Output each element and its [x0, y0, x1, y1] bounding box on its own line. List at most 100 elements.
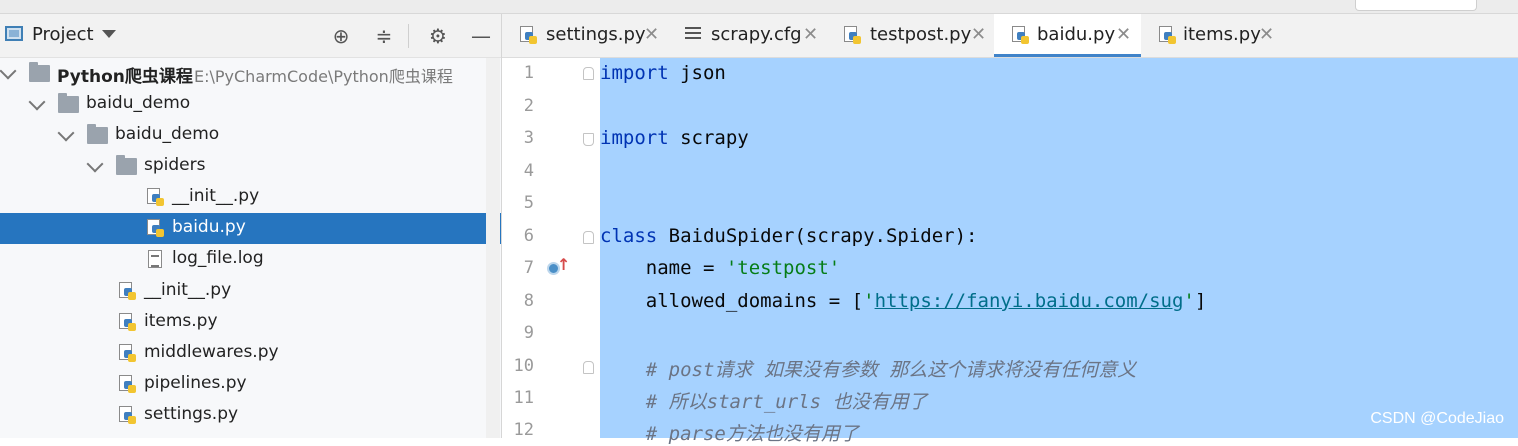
close-icon[interactable]: ✕ — [1116, 24, 1131, 45]
project-panel-title[interactable]: Project — [32, 24, 94, 45]
project-panel-header: Project ⊕ ≑ ⚙ — — [0, 14, 501, 58]
chevron-down-icon[interactable] — [28, 93, 46, 111]
tree-item-folder[interactable]: spiders — [0, 151, 501, 182]
python-file-icon — [119, 375, 137, 394]
code-line: class BaiduSpider(scrapy.Spider): — [600, 225, 978, 247]
tab-label: baidu.py — [1037, 24, 1116, 45]
close-icon[interactable]: ✕ — [971, 24, 986, 45]
tree-item-label: pipelines.py — [144, 373, 247, 393]
tree-item-label: __init__.py — [144, 280, 232, 300]
top-search-field[interactable] — [1355, 0, 1477, 11]
line-number: 1 — [523, 63, 534, 83]
fold-marker-icon[interactable] — [583, 231, 594, 244]
tree-item-label: Python爬虫课程 — [57, 67, 193, 87]
tab-label: items.py — [1183, 24, 1261, 45]
string-quote: ' — [1183, 290, 1195, 312]
tree-item-file[interactable]: items.py — [0, 307, 501, 338]
chevron-down-icon[interactable] — [86, 155, 104, 173]
chevron-down-icon[interactable] — [0, 62, 17, 80]
code-text: scrapy — [668, 127, 749, 149]
line-number: 5 — [523, 193, 534, 213]
folder-icon — [29, 62, 50, 82]
url-link[interactable]: https://fanyi.baidu.com/sug — [875, 290, 1184, 312]
close-icon[interactable]: ✕ — [644, 24, 659, 45]
gear-icon[interactable]: ⚙ — [426, 24, 450, 48]
tree-item-label: log_file.log — [172, 248, 264, 268]
python-file-icon — [119, 344, 137, 363]
line-number: 3 — [523, 128, 534, 148]
python-file-icon — [1159, 26, 1177, 45]
code-text: BaiduSpider(scrapy.Spider): — [657, 225, 978, 247]
tab-settings-py[interactable]: settings.py ✕ — [502, 14, 666, 57]
close-icon[interactable]: ✕ — [1259, 24, 1274, 45]
tree-item-file[interactable]: log_file.log — [0, 244, 501, 275]
minimize-icon[interactable]: — — [469, 24, 493, 48]
tree-item-file[interactable]: __init__.py — [0, 276, 501, 307]
line-number: 10 — [513, 356, 534, 376]
chevron-down-icon[interactable] — [102, 30, 116, 38]
keyword: class — [600, 225, 658, 247]
tab-items-py[interactable]: items.py ✕ — [1141, 14, 1291, 57]
tree-item-file-selected[interactable]: baidu.py — [0, 213, 501, 244]
python-file-icon — [520, 26, 538, 45]
tree-item-file[interactable]: __init__.py — [0, 182, 501, 213]
tree-item-file[interactable]: pipelines.py — [0, 369, 501, 400]
code-text: json — [668, 62, 726, 84]
fold-marker-icon[interactable] — [583, 361, 594, 374]
python-file-icon — [1012, 26, 1030, 45]
string-literal: 'testpost' — [725, 257, 841, 279]
close-icon[interactable]: ✕ — [803, 24, 818, 45]
code-text: ] — [1194, 290, 1207, 312]
code-line: name = 'testpost' — [600, 257, 840, 279]
window-top-strip — [0, 0, 1518, 14]
tab-label: testpost.py — [870, 24, 972, 45]
log-file-icon — [148, 250, 162, 268]
python-file-icon — [119, 313, 137, 332]
line-number: 11 — [513, 388, 534, 408]
python-file-icon — [844, 26, 862, 45]
code-comment: # 所以start_urls 也没有用了 — [600, 391, 928, 413]
config-file-icon — [685, 27, 701, 43]
tree-item-file[interactable]: settings.py — [0, 400, 501, 431]
tab-scrapy-cfg[interactable]: scrapy.cfg ✕ — [666, 14, 826, 57]
tree-item-label: baidu.py — [172, 217, 246, 237]
code-line: import json — [600, 62, 726, 84]
tree-item-folder[interactable]: baidu_demo — [0, 120, 501, 151]
tree-item-folder[interactable]: baidu_demo — [0, 89, 501, 120]
chevron-down-icon[interactable] — [57, 124, 75, 142]
folder-icon — [58, 93, 79, 113]
code-line: import scrapy — [600, 127, 749, 149]
line-number: 8 — [523, 291, 534, 311]
fold-marker-icon[interactable] — [583, 133, 594, 146]
project-scrollbar[interactable] — [486, 58, 500, 438]
tree-item-file[interactable]: middlewares.py — [0, 338, 501, 369]
collapse-all-icon[interactable]: ≑ — [372, 24, 396, 48]
project-window-icon — [5, 26, 23, 41]
code-editor[interactable]: import json import scrapy class BaiduSpi… — [600, 58, 1518, 445]
code-text: name = — [600, 257, 726, 279]
fold-marker-icon[interactable] — [583, 67, 594, 80]
keyword: import — [600, 62, 669, 84]
code-line: allowed_domains = ['https://fanyi.baidu.… — [600, 290, 1207, 312]
tree-item-label: baidu_demo — [86, 93, 191, 113]
tab-baidu-py[interactable]: baidu.py ✕ — [994, 14, 1141, 57]
line-number: 7 — [523, 258, 534, 278]
tab-label: scrapy.cfg — [711, 24, 802, 45]
tab-testpost-py[interactable]: testpost.py ✕ — [826, 14, 994, 57]
toolbar-divider — [408, 24, 409, 48]
tree-item-label: items.py — [144, 311, 218, 331]
python-file-icon — [119, 282, 137, 301]
line-number: 9 — [523, 323, 534, 343]
watermark: CSDN @CodeJiao — [1370, 410, 1504, 427]
tree-item-label: baidu_demo — [115, 124, 220, 144]
crosshair-icon[interactable]: ⊕ — [329, 24, 353, 48]
python-file-icon — [147, 188, 165, 207]
project-path: E:\PyCharmCode\Python爬虫课程 — [194, 67, 453, 86]
string-quote: ' — [863, 290, 875, 312]
tree-item-project-root[interactable]: Python爬虫课程 E:\PyCharmCode\Python爬虫课程 — [0, 58, 501, 89]
line-number: 4 — [523, 161, 534, 181]
tree-item-label: settings.py — [144, 404, 239, 424]
tree-item-label: middlewares.py — [144, 342, 279, 362]
up-arrow-icon[interactable]: ↑ — [557, 255, 570, 274]
tree-item-label: __init__.py — [172, 186, 260, 206]
